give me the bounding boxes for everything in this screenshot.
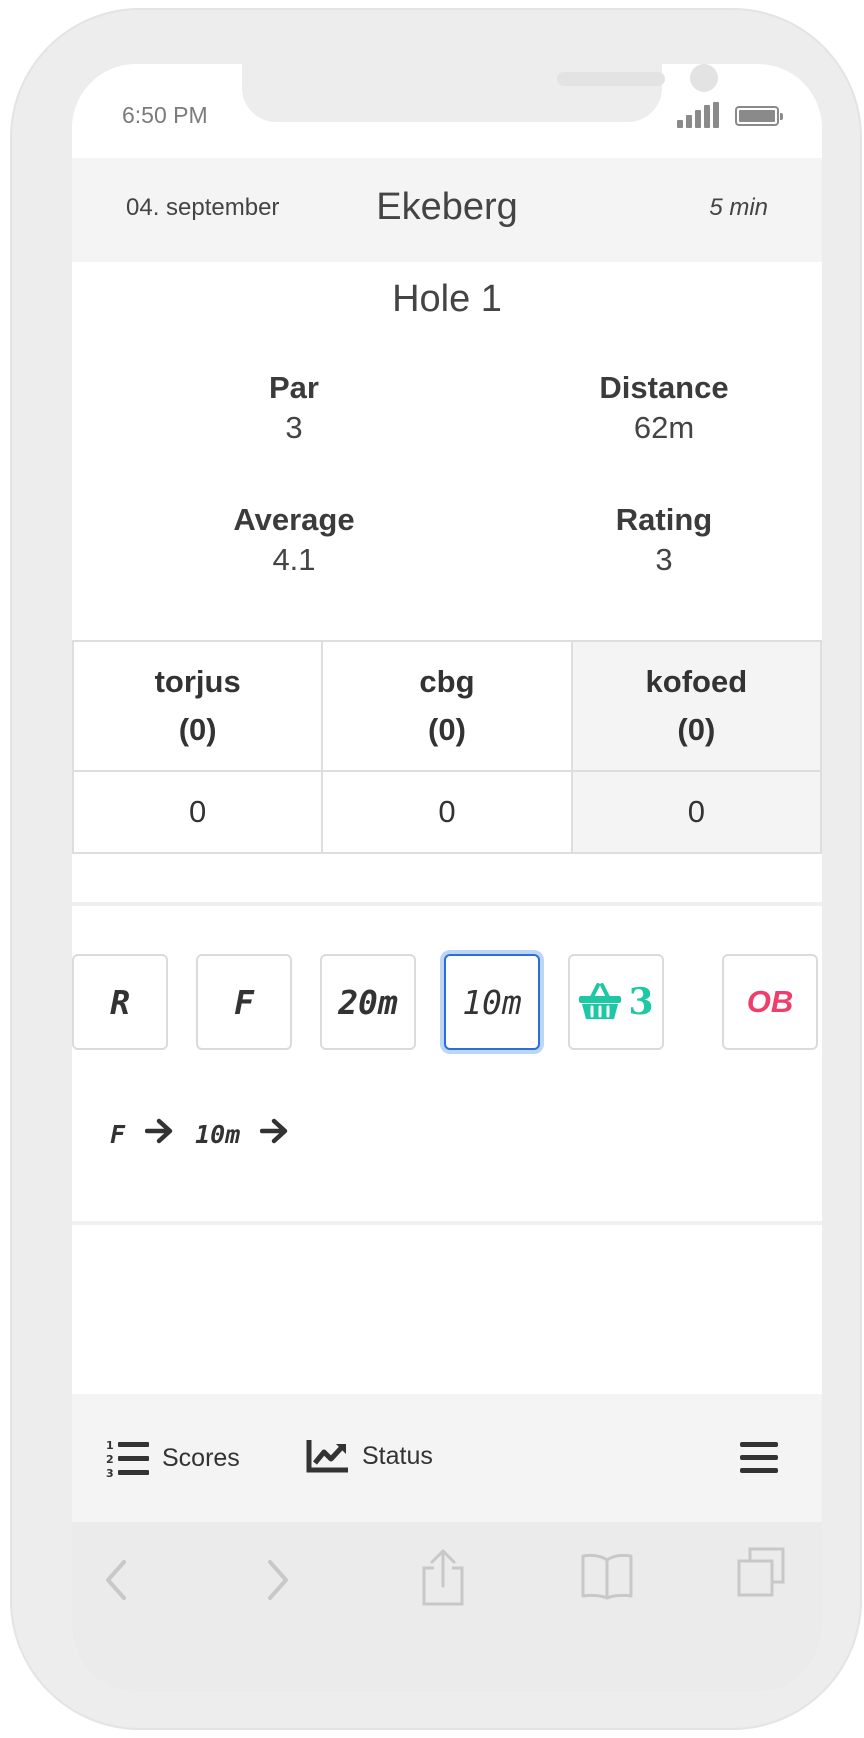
round-duration: 5 min [709,194,768,221]
forward-arrow-icon[interactable] [262,1558,292,1602]
player-score-cell[interactable]: 0 [72,770,324,854]
player-score-row: 0 0 0 [72,770,822,854]
nav-scores[interactable]: 1 2 3 Scores [106,1438,240,1478]
numbered-list-icon: 1 2 3 [106,1439,149,1478]
stat-average: Average 4.1 [114,500,474,580]
arrow-right-icon [259,1116,290,1153]
hole-title: Hole 1 [392,278,502,320]
svg-text:1: 1 [106,1439,114,1452]
player-column-kofoed[interactable]: kofoed (0) [570,640,822,772]
divider [72,902,822,906]
player-name: cbg [419,664,475,699]
signal-icon [677,102,719,128]
share-icon[interactable] [420,1548,466,1606]
player-name: kofoed [645,664,748,699]
stat-value: 3 [655,542,673,577]
bottom-nav: 1 2 3 Scores Status [72,1394,822,1522]
shot-button-f[interactable]: F [196,954,292,1050]
speaker-grill [557,72,665,86]
nav-scores-label: Scores [162,1443,240,1472]
player-score-table: torjus (0) cbg (0) kofoed (0) 0 0 0 [72,640,822,854]
stat-label: Rating [615,502,713,537]
player-header-row: torjus (0) cbg (0) kofoed (0) [72,640,822,772]
player-name: torjus [154,664,241,699]
stat-value: 4.1 [272,542,316,577]
shot-button-10m[interactable]: 10m [444,954,540,1050]
shot-button-20m[interactable]: 20m [320,954,416,1050]
tabs-icon[interactable] [736,1546,786,1598]
chart-line-icon [306,1440,348,1473]
nav-status-label: Status [362,1441,433,1470]
round-header: 04. september Ekeberg 5 min [72,158,822,262]
browser-toolbar [72,1522,822,1692]
svg-text:3: 3 [106,1467,114,1478]
shot-button-ob[interactable]: OB [722,954,818,1050]
back-arrow-icon[interactable] [102,1558,132,1602]
player-column-torjus[interactable]: torjus (0) [72,640,324,772]
player-score-cell[interactable]: 0 [570,770,822,854]
stat-distance: Distance 62m [484,368,822,448]
player-total: (0) [428,712,466,747]
player-total: (0) [178,712,217,747]
player-score-cell[interactable]: 0 [321,770,573,854]
shot-sequence: F 10m [110,1114,294,1154]
stat-label: Average [233,502,355,537]
sequence-shot: F [110,1119,126,1149]
divider [72,1221,822,1225]
stat-rating: Rating 3 [484,500,822,580]
hamburger-menu-icon[interactable] [740,1442,778,1474]
phone-frame: 6:50 PM 04. september Ekeberg 5 min Hole… [10,8,862,1730]
front-camera [690,64,718,92]
status-time: 6:50 PM [122,102,208,128]
shot-button-basket[interactable]: 3 [568,954,664,1050]
phone-notch [242,64,718,122]
basket-icon [579,983,622,1019]
sequence-shot: 10m [195,1119,241,1149]
shot-button-r[interactable]: R [72,954,168,1050]
stat-value: 62m [633,410,695,445]
battery-icon [735,106,783,126]
stat-label: Par [269,370,319,405]
basket-throws: 3 [628,981,654,1023]
phone-screen: 6:50 PM 04. september Ekeberg 5 min Hole… [72,64,822,1692]
stat-value: 3 [285,410,303,445]
stat-label: Distance [599,370,729,405]
svg-text:2: 2 [106,1453,114,1466]
player-total: (0) [677,712,716,747]
player-column-cbg[interactable]: cbg (0) [321,640,573,772]
arrow-right-icon [144,1116,175,1153]
nav-status[interactable]: Status [306,1438,433,1474]
bookmarks-icon[interactable] [580,1552,634,1600]
stat-par: Par 3 [114,368,474,448]
